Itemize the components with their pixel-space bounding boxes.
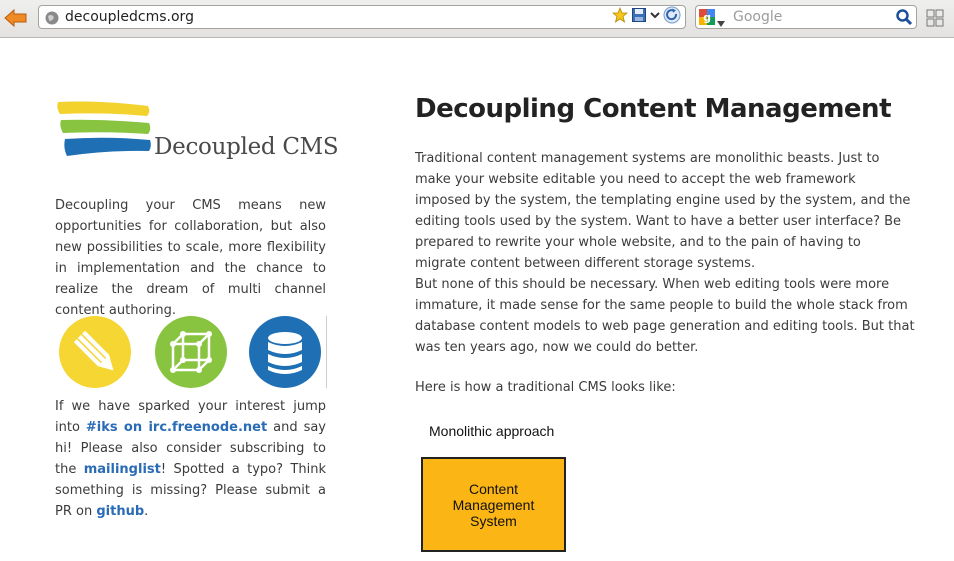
cube-circle xyxy=(155,316,227,388)
cube-icon xyxy=(170,331,212,373)
chevron-down-icon[interactable] xyxy=(650,7,660,27)
github-link[interactable]: github xyxy=(96,504,144,519)
search-input[interactable]: Google xyxy=(733,9,782,25)
main-paragraph-2: But none of this should be necessary. Wh… xyxy=(415,277,915,355)
mailinglist-link[interactable]: mailinglist xyxy=(84,462,161,477)
reload-icon[interactable] xyxy=(663,6,681,28)
next-icon-peek xyxy=(326,316,330,388)
google-engine-icon[interactable]: g xyxy=(699,9,715,25)
star-icon[interactable] xyxy=(611,6,629,27)
sidebar-outro: If we have sparked your interest jump in… xyxy=(55,396,326,522)
main-paragraph-3: Here is how a traditional CMS looks like… xyxy=(415,380,676,395)
svg-text:g: g xyxy=(703,11,711,24)
cms-box: Content Management System xyxy=(421,457,566,552)
engine-dropdown-icon[interactable] xyxy=(717,13,725,27)
irc-link[interactable]: #iks on irc.freenode.net xyxy=(86,420,267,435)
main-paragraph-1: Traditional content management systems a… xyxy=(415,151,911,271)
search-icon[interactable] xyxy=(895,8,913,26)
back-arrow-icon[interactable] xyxy=(3,7,29,29)
page-content: Decoupled CMS Decoupling your CMS means … xyxy=(0,38,954,561)
pencil-circle xyxy=(59,316,131,388)
search-bar[interactable]: g Google xyxy=(695,5,917,29)
url-bar[interactable]: decoupledcms.org xyxy=(38,5,686,29)
logo-text: Decoupled CMS xyxy=(154,134,339,160)
outro-text: . xyxy=(144,504,149,519)
url-text: decoupledcms.org xyxy=(65,9,194,25)
browser-toolbar: decoupledcms.org g Google xyxy=(0,0,954,38)
cms-box-label: Content Management System xyxy=(452,480,535,529)
globe-icon xyxy=(45,10,59,25)
pencil-icon xyxy=(73,330,114,371)
menu-grid-icon[interactable] xyxy=(926,9,944,27)
database-circle xyxy=(249,316,321,388)
diagram-label: Monolithic approach xyxy=(429,423,555,439)
save-disk-icon[interactable] xyxy=(631,7,647,27)
database-icon xyxy=(268,332,302,374)
sidebar-intro: Decoupling your CMS means new opportunit… xyxy=(55,198,326,318)
page-title: Decoupling Content Management xyxy=(415,94,892,124)
